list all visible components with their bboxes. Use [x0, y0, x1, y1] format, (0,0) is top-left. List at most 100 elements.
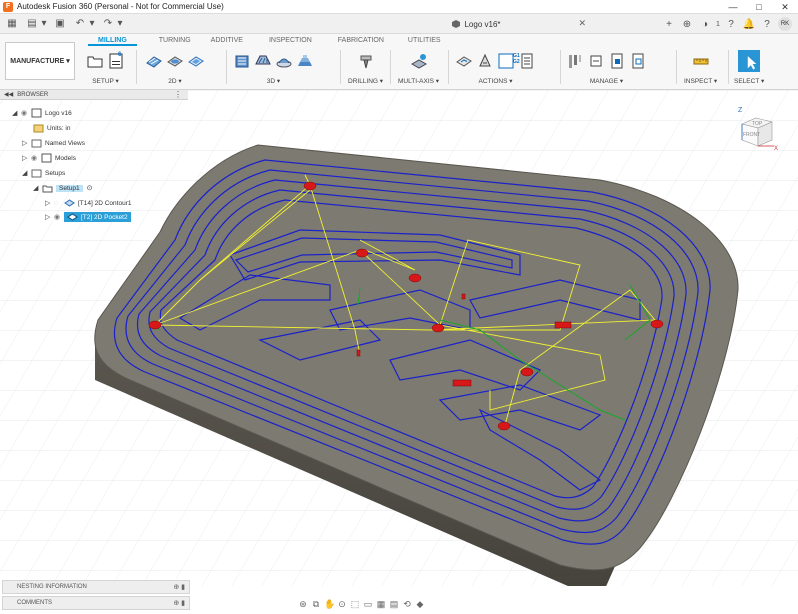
extensions-icon[interactable]: ⊕: [678, 19, 696, 30]
pan-hand-icon[interactable]: ✋: [324, 599, 335, 610]
browser-options-icon[interactable]: ⋮: [174, 90, 182, 99]
close-window-button[interactable]: ✕: [772, 0, 798, 14]
select-label[interactable]: SELECT ▾: [734, 77, 764, 85]
camera-icon[interactable]: ⟲: [402, 599, 412, 610]
setup-sheet-icon[interactable]: [107, 52, 125, 70]
3d-adaptive-icon[interactable]: [233, 52, 251, 70]
new-tab-icon[interactable]: +: [660, 19, 678, 30]
inspect-label[interactable]: INSPECT ▾: [684, 77, 717, 85]
panel-options-icon[interactable]: ⊕ ▮: [173, 599, 185, 607]
tree-item-setups[interactable]: ◢ Setups: [22, 166, 65, 180]
tree-item-pocket[interactable]: ▷ ◉ [T2] 2D Pocket2: [45, 210, 131, 224]
expand-triangle-icon[interactable]: ▷: [22, 154, 31, 162]
undo-dropdown-icon[interactable]: ▾: [88, 17, 96, 31]
3d-label[interactable]: 3D ▾: [233, 77, 314, 85]
collapse-browser-icon[interactable]: ◀◀: [4, 91, 13, 98]
template-library-icon[interactable]: [587, 52, 605, 70]
look-at-icon[interactable]: ⧉: [311, 599, 321, 610]
manage-label[interactable]: MANAGE ▾: [566, 77, 647, 85]
collapse-triangle-icon[interactable]: ◢: [33, 184, 42, 192]
file-menu-icon[interactable]: ▤: [24, 17, 40, 31]
tab-fabrication[interactable]: FABRICATION: [328, 36, 394, 46]
2d-contour-icon[interactable]: [187, 52, 205, 70]
2d-label[interactable]: 2D ▾: [145, 77, 205, 85]
tree-item-contour[interactable]: ▷ ◌ [T14] 2D Contour1: [45, 196, 131, 210]
data-panel-grid-icon[interactable]: ▦: [4, 17, 20, 31]
swarf-icon[interactable]: [410, 52, 428, 70]
tree-item-setup1[interactable]: ◢ Setup1 ⊙: [33, 181, 92, 195]
setup-sheet-doc-icon[interactable]: [518, 52, 536, 70]
tool-library-icon[interactable]: [566, 52, 584, 70]
viewcube-top-label[interactable]: TOP: [752, 121, 763, 127]
comments-panel[interactable]: COMMENTS ⊕ ▮: [2, 596, 190, 610]
tree-item-units[interactable]: Units: in: [33, 121, 70, 135]
tab-inspection[interactable]: INSPECTION: [259, 36, 322, 46]
actions-label[interactable]: ACTIONS ▾: [455, 77, 536, 85]
setup-label[interactable]: SETUP ▾: [86, 77, 125, 85]
tree-item-root[interactable]: ◢ ◉ Logo v16: [12, 106, 72, 120]
new-setup-folder-icon[interactable]: [86, 52, 104, 70]
simulate-icon[interactable]: [455, 52, 473, 70]
collapse-triangle-icon[interactable]: ◢: [12, 109, 21, 117]
close-tab-icon[interactable]: ✕: [578, 18, 586, 29]
tab-turning[interactable]: TURNING: [149, 36, 201, 46]
job-status-icon[interactable]: ◑: [696, 19, 714, 30]
help-circle-icon[interactable]: ?: [722, 19, 740, 30]
2d-adaptive-icon[interactable]: [145, 52, 163, 70]
tab-utilities[interactable]: UTILITIES: [398, 36, 451, 46]
panel-options-icon[interactable]: ⊕ ▮: [173, 583, 185, 591]
3d-pocket-icon[interactable]: [254, 52, 272, 70]
3d-parallel-icon[interactable]: [275, 52, 293, 70]
3d-scallop-icon[interactable]: [296, 52, 314, 70]
2d-pocket-node-icon: [67, 213, 78, 221]
post-library-icon[interactable]: [608, 52, 626, 70]
document-tab[interactable]: Logo v16* ✕: [362, 15, 590, 33]
simulate-stock-icon[interactable]: [476, 52, 494, 70]
2d-pocket-icon[interactable]: [166, 52, 184, 70]
visibility-eye-icon[interactable]: ◌: [54, 200, 64, 207]
tab-milling[interactable]: MILLING: [88, 36, 137, 46]
browser-header[interactable]: ◀◀ BROWSER ⋮: [0, 90, 188, 100]
viewcube[interactable]: Z TOP FRONT X: [730, 102, 780, 154]
viewports-icon[interactable]: ▤: [389, 599, 399, 610]
redo-icon[interactable]: ↷: [100, 17, 116, 31]
visibility-eye-icon[interactable]: ◉: [21, 109, 31, 117]
3d-viewport[interactable]: [0, 90, 798, 586]
collapse-triangle-icon[interactable]: ◢: [22, 169, 31, 177]
maximize-button[interactable]: □: [746, 0, 772, 14]
visual-style-icon[interactable]: ◆: [415, 599, 425, 610]
display-settings-icon[interactable]: ▭: [363, 599, 373, 610]
select-cursor-icon[interactable]: [738, 50, 761, 72]
multi-axis-label[interactable]: MULTI-AXIS ▾: [398, 77, 439, 85]
notifications-bell-icon[interactable]: 🔔: [740, 19, 758, 30]
tree-item-label: Setup1: [56, 184, 83, 192]
expand-triangle-icon[interactable]: ▷: [45, 199, 54, 207]
machine-library-icon[interactable]: [629, 52, 647, 70]
tree-item-named-views[interactable]: ▷ Named Views: [22, 136, 85, 150]
expand-triangle-icon[interactable]: ▷: [22, 139, 31, 147]
drill-icon[interactable]: [357, 52, 375, 70]
measure-icon[interactable]: [692, 52, 710, 70]
visibility-eye-icon[interactable]: ◉: [54, 213, 64, 221]
help-question-icon[interactable]: ?: [758, 19, 776, 30]
viewcube-front-label[interactable]: FRONT: [743, 132, 760, 138]
zoom-icon[interactable]: ⊙: [337, 599, 347, 610]
undo-icon[interactable]: ↶: [72, 17, 88, 31]
fit-icon[interactable]: ⬚: [350, 599, 360, 610]
workspace-switcher[interactable]: MANUFACTURE ▾: [5, 42, 75, 80]
window-title: Autodesk Fusion 360 (Personal - Not for …: [17, 2, 224, 11]
orbit-icon[interactable]: ⊛: [298, 599, 308, 610]
nesting-information-panel[interactable]: NESTING INFORMATION ⊕ ▮: [2, 580, 190, 594]
visibility-eye-icon[interactable]: ◉: [31, 154, 41, 162]
grid-settings-icon[interactable]: ▦: [376, 599, 386, 610]
expand-triangle-icon[interactable]: ▷: [45, 213, 54, 221]
ribbon-separator: [136, 50, 137, 84]
file-menu-dropdown-icon[interactable]: ▾: [40, 17, 48, 31]
minimize-button[interactable]: —: [720, 0, 746, 14]
save-icon[interactable]: ▣: [52, 17, 68, 31]
tree-item-models[interactable]: ▷ ◉ Models: [22, 151, 76, 165]
tab-additive[interactable]: ADDITIVE: [201, 36, 253, 46]
user-avatar[interactable]: RK: [778, 17, 792, 31]
drilling-label[interactable]: DRILLING ▾: [348, 77, 383, 85]
redo-dropdown-icon[interactable]: ▾: [116, 17, 124, 31]
